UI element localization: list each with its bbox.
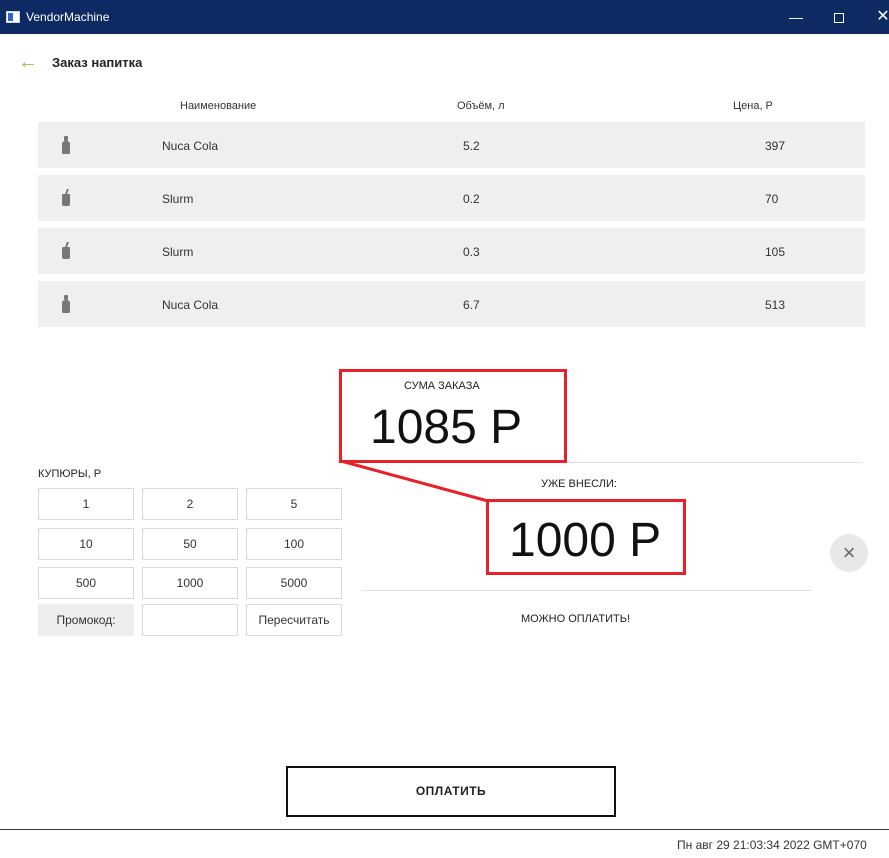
drink-name: Slurm (162, 245, 194, 259)
minimize-button[interactable]: — (773, 0, 819, 34)
drink-price: 70 (765, 192, 779, 206)
cup-icon (62, 189, 70, 207)
bottle-icon (62, 295, 70, 313)
column-header-volume: Объём, л (457, 100, 505, 112)
column-header-price: Цена, Р (733, 100, 773, 112)
drink-volume: 0.3 (463, 245, 480, 259)
column-header-name: Наименование (180, 100, 257, 112)
recalculate-button[interactable]: Пересчитать (246, 604, 342, 636)
promo-input[interactable] (142, 604, 238, 636)
bill-button-50[interactable]: 50 (142, 528, 238, 560)
bill-button-1[interactable]: 1 (38, 488, 134, 520)
bill-button-5000[interactable]: 5000 (246, 567, 342, 599)
window-title: VendorMachine (26, 10, 110, 24)
back-arrow-icon[interactable]: ← (18, 52, 38, 72)
drink-price: 513 (765, 298, 786, 312)
payment-status: МОЖНО ОПЛАТИТЬ! (521, 613, 630, 625)
datetime-status: Пн авг 29 21:03:34 2022 GMT+070 (677, 838, 867, 852)
page-title: Заказ напитка (52, 55, 143, 70)
drink-volume: 5.2 (463, 139, 480, 153)
bill-button-10[interactable]: 10 (38, 528, 134, 560)
paid-label: УЖЕ ВНЕСЛИ: (541, 478, 617, 490)
drink-volume: 0.2 (463, 192, 480, 206)
drink-name: Slurm (162, 192, 194, 206)
window-titlebar[interactable]: VendorMachine — ✕ (0, 0, 889, 34)
bill-button-2[interactable]: 2 (142, 488, 238, 520)
table-row[interactable]: Nuca Cola 5.2 397 (38, 122, 865, 168)
bill-button-5[interactable]: 5 (246, 488, 342, 520)
maximize-icon (834, 13, 844, 24)
highlight-box-sum (339, 369, 567, 463)
bill-button-1000[interactable]: 1000 (142, 567, 238, 599)
bottle-icon (62, 136, 70, 154)
footer-divider (0, 829, 889, 830)
drink-price: 105 (765, 245, 786, 259)
table-row[interactable]: Nuca Cola 6.7 513 (38, 281, 865, 327)
pay-button[interactable]: ОПЛАТИТЬ (286, 766, 616, 817)
bill-button-100[interactable]: 100 (246, 528, 342, 560)
close-window-button[interactable]: ✕ (860, 0, 889, 34)
app-icon (6, 11, 20, 23)
cup-icon (62, 242, 70, 260)
promo-label: Промокод: (38, 604, 134, 636)
drink-name: Nuca Cola (162, 298, 219, 312)
highlight-box-paid (486, 499, 686, 575)
clear-button[interactable]: × (830, 534, 868, 572)
close-icon: × (842, 540, 856, 565)
drink-volume: 6.7 (463, 298, 480, 312)
table-row[interactable]: Slurm 0.3 105 (38, 228, 865, 274)
table-row[interactable]: Slurm 0.2 70 (38, 175, 865, 221)
divider (362, 590, 812, 591)
drink-name: Nuca Cola (162, 139, 219, 153)
drink-price: 397 (765, 139, 786, 153)
bill-button-500[interactable]: 500 (38, 567, 134, 599)
bills-label: КУПЮРЫ, Р (38, 468, 102, 480)
maximize-button[interactable] (816, 0, 862, 34)
